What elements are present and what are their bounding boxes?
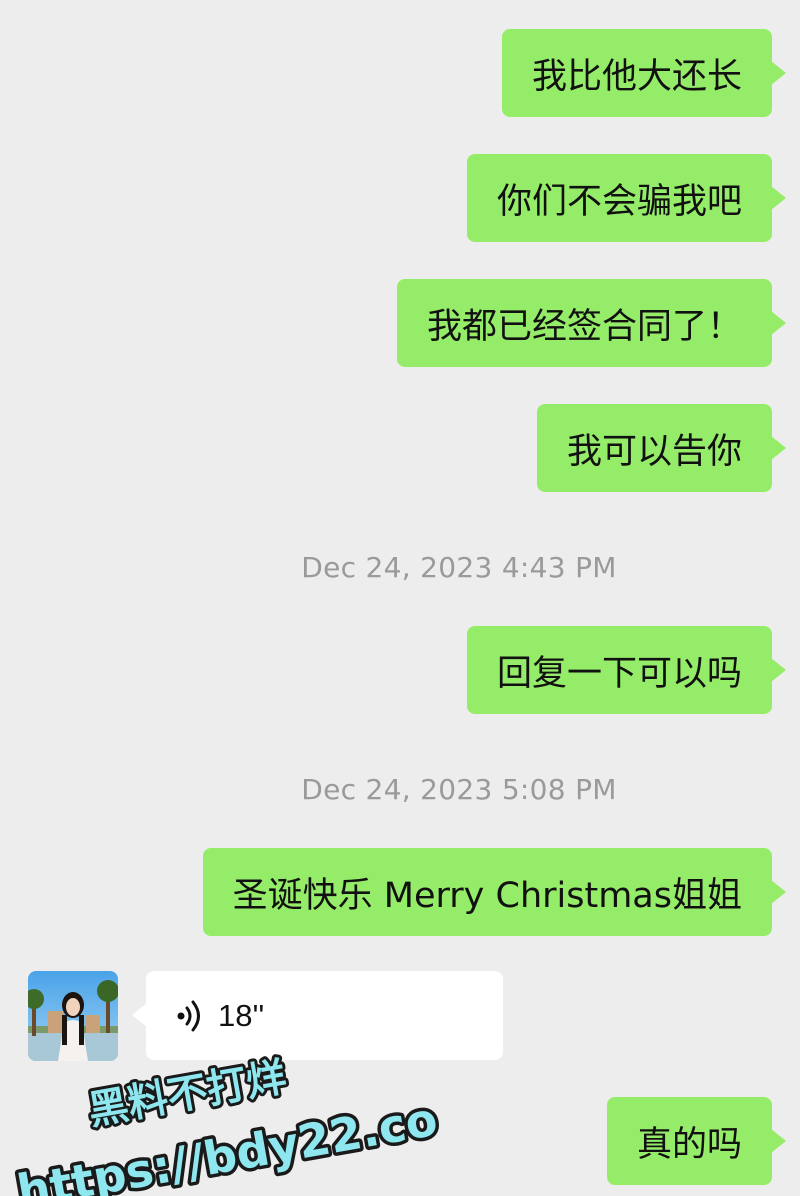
message-text: 我都已经签合同了！ (426, 306, 742, 347)
message-text: 回复一下可以吗 (496, 653, 742, 694)
sent-message-bubble[interactable]: 我都已经签合同了！ (396, 279, 787, 367)
voice-duration: 18'' (218, 997, 265, 1033)
message-timestamp: Dec 24, 2023 5:08 PM (301, 773, 617, 806)
voice-wave-icon (177, 1000, 200, 1031)
sent-message-bubble[interactable]: 你们不会骗我吧 (466, 154, 787, 242)
sent-message-bubble[interactable]: 我可以告你 (536, 404, 787, 492)
sent-message-bubble[interactable]: 圣诞快乐 Merry Christmas姐姐 (202, 848, 787, 936)
sent-message-bubble[interactable]: 回复一下可以吗 (466, 626, 787, 714)
message-text: 我比他大还长 (531, 56, 742, 97)
message-text: 圣诞快乐 Merry Christmas姐姐 (232, 875, 742, 916)
watermark-overlay: 黑料不打烊 https://bdy22.co (10, 1051, 440, 1196)
sent-message-bubble[interactable]: 真的吗 (606, 1097, 787, 1185)
message-text: 真的吗 (636, 1124, 742, 1165)
message-text: 我可以告你 (566, 431, 742, 472)
message-timestamp: Dec 24, 2023 4:43 PM (301, 551, 617, 584)
message-text: 你们不会骗我吧 (496, 181, 742, 222)
sent-message-bubble[interactable]: 我比他大还长 (501, 29, 787, 117)
